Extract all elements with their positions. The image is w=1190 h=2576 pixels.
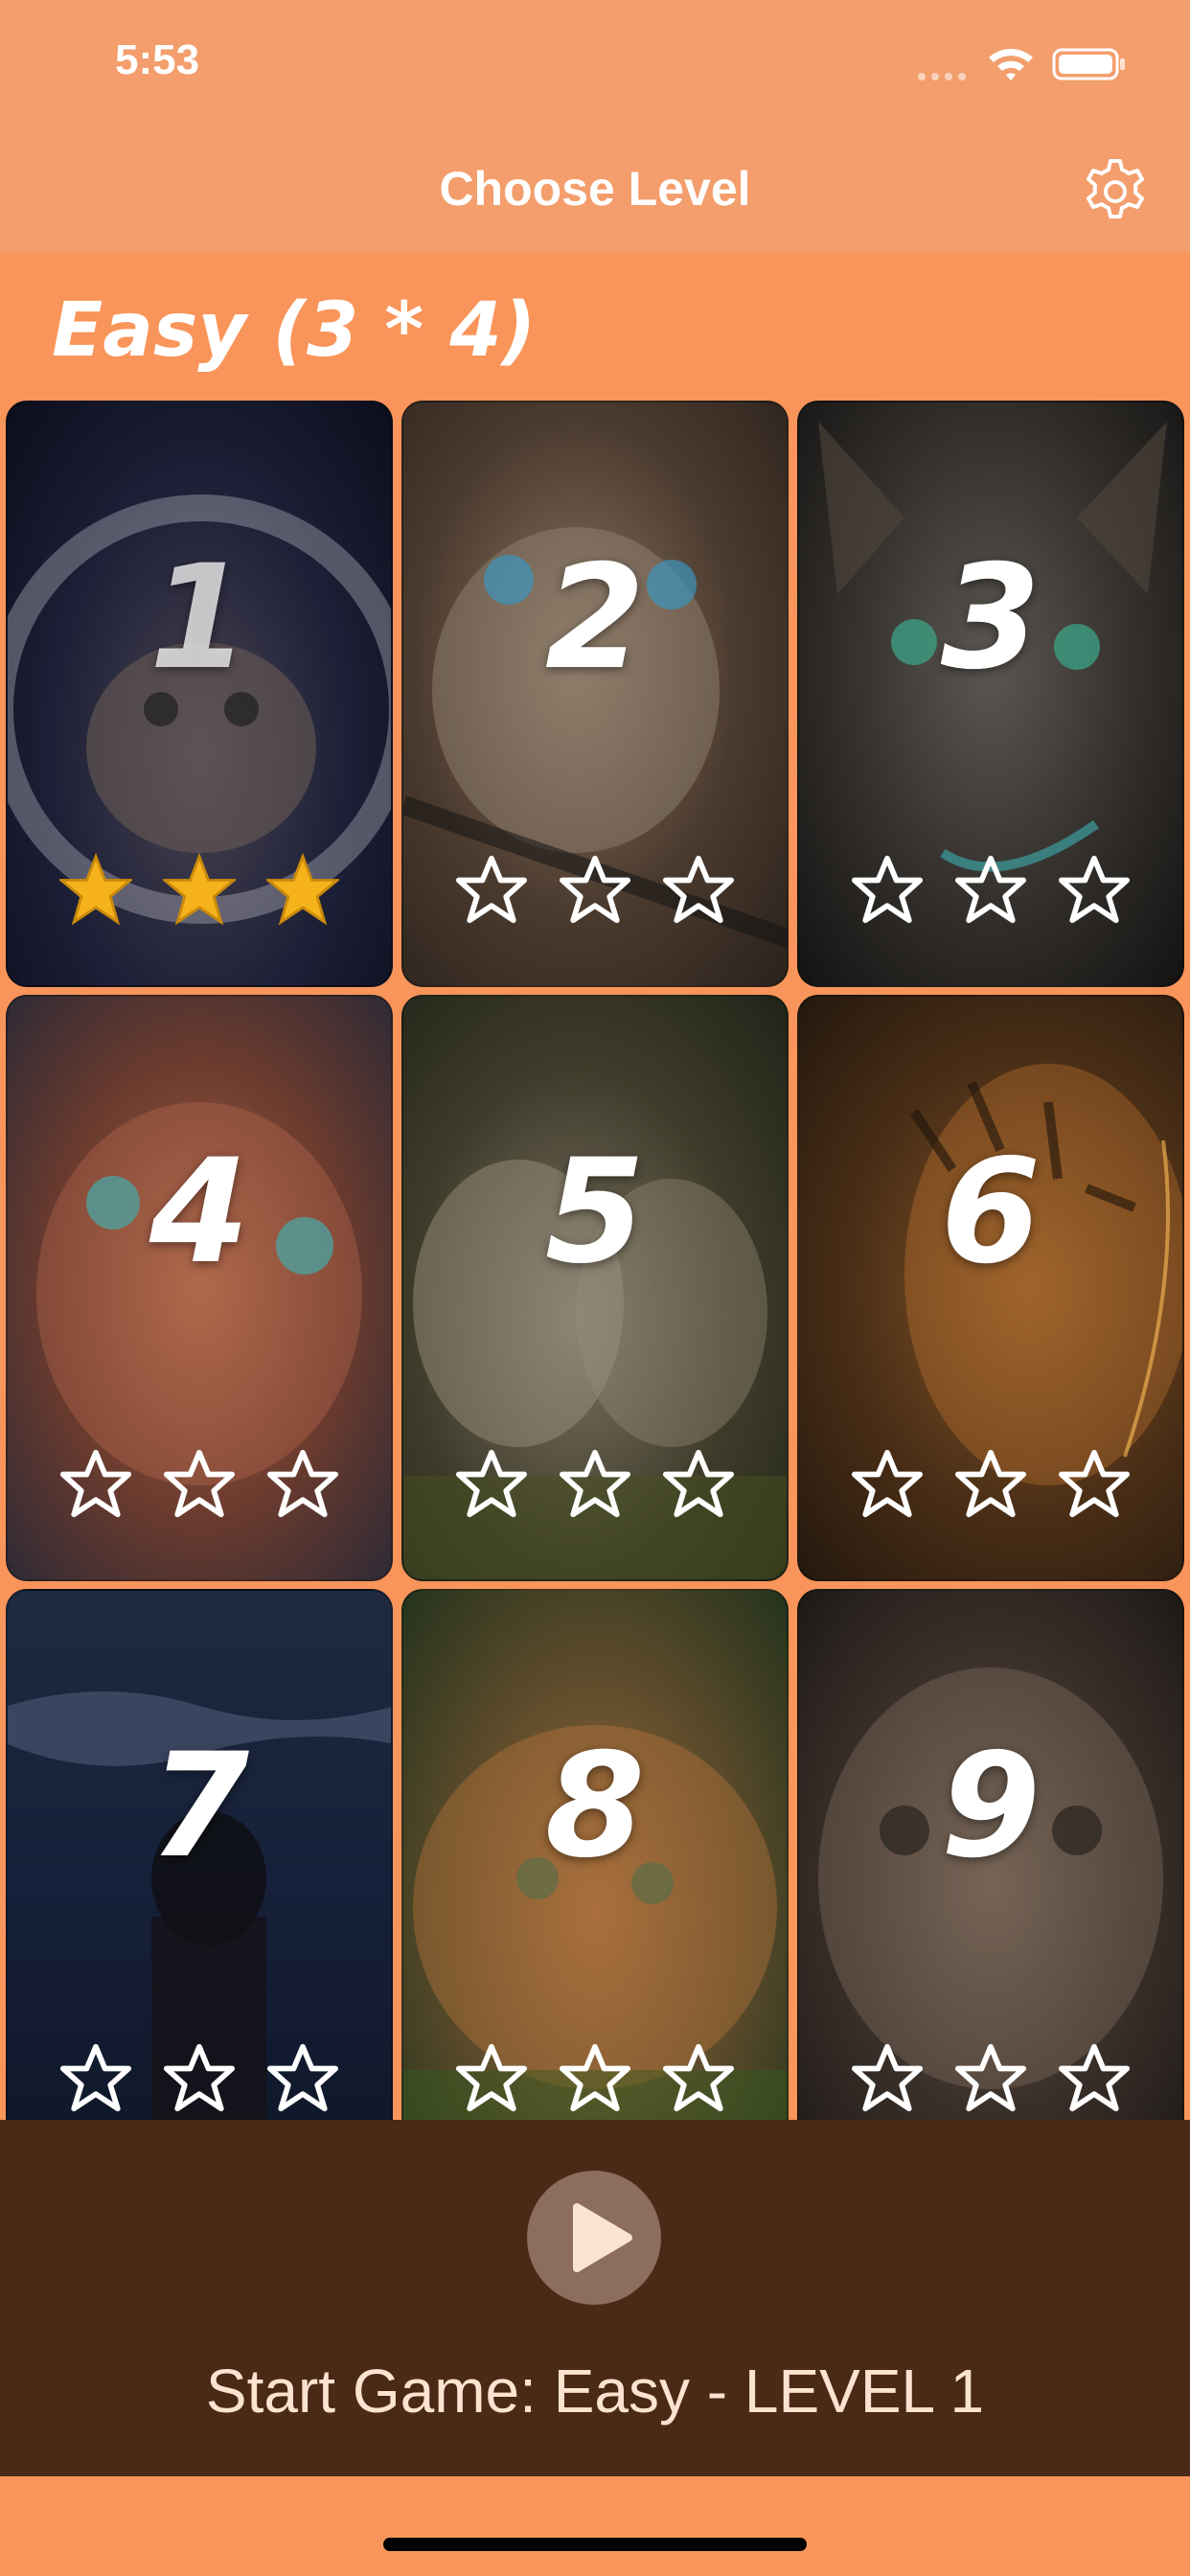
star-outline-icon — [266, 2043, 339, 2112]
star-outline-icon — [59, 1449, 132, 1518]
star-rating — [403, 853, 787, 926]
star-outline-icon — [662, 1449, 735, 1518]
star-outline-icon — [559, 1449, 631, 1518]
star-outline-icon — [851, 2043, 924, 2112]
star-outline-icon — [559, 855, 631, 924]
star-outline-icon — [59, 2043, 132, 2112]
star-outline-icon — [954, 2043, 1027, 2112]
level-number: 8 — [544, 1723, 646, 1890]
level-number: 9 — [940, 1723, 1041, 1890]
star-outline-icon — [662, 2043, 735, 2112]
star-rating — [403, 2041, 787, 2114]
play-icon — [573, 2203, 632, 2272]
star-rating — [403, 1447, 787, 1520]
star-outline-icon — [163, 2043, 236, 2112]
section-header: Easy (3 * 4) — [0, 253, 1190, 399]
level-card-8[interactable]: 8 — [401, 1589, 789, 2120]
star-outline-icon — [1058, 855, 1131, 924]
star-outline-icon — [1058, 2043, 1131, 2112]
star-outline-icon — [455, 2043, 528, 2112]
level-card-7[interactable]: 7 — [6, 1589, 393, 2120]
battery-icon — [1052, 48, 1125, 80]
star-outline-icon — [163, 1449, 236, 1518]
star-filled-icon — [163, 853, 236, 926]
level-number: 7 — [149, 1723, 250, 1890]
level-number: 2 — [544, 535, 646, 702]
star-rating — [8, 2041, 391, 2114]
level-number: 3 — [940, 535, 1041, 702]
wifi-icon — [989, 49, 1033, 80]
home-indicator — [383, 2538, 807, 2551]
level-card-9[interactable]: 9 — [797, 1589, 1184, 2120]
star-outline-icon — [954, 855, 1027, 924]
star-outline-icon — [954, 1449, 1027, 1518]
status-icons — [916, 44, 1136, 82]
level-card-1[interactable]: 1 — [6, 401, 393, 987]
level-grid: 1 2 3 4 5 6 7 8 9 — [0, 399, 1190, 2120]
star-filled-icon — [59, 853, 132, 926]
star-rating — [799, 2041, 1182, 2114]
signal-icon — [918, 73, 966, 80]
status-time: 5:53 — [115, 36, 200, 83]
star-outline-icon — [851, 1449, 924, 1518]
level-number: 6 — [940, 1129, 1041, 1296]
star-outline-icon — [266, 1449, 339, 1518]
star-outline-icon — [1058, 1449, 1131, 1518]
play-button[interactable] — [527, 2171, 661, 2305]
page-title: Choose Level — [439, 162, 751, 216]
level-number: 4 — [149, 1129, 250, 1296]
level-card-4[interactable]: 4 — [6, 995, 393, 1581]
star-outline-icon — [851, 855, 924, 924]
level-number: 1 — [149, 535, 250, 702]
star-outline-icon — [455, 855, 528, 924]
status-bar: 5:53 — [0, 0, 1190, 126]
settings-button[interactable] — [1079, 155, 1152, 228]
level-card-5[interactable]: 5 — [401, 995, 789, 1581]
star-rating — [799, 1447, 1182, 1520]
star-rating — [799, 853, 1182, 926]
level-number: 5 — [544, 1129, 646, 1296]
star-outline-icon — [662, 855, 735, 924]
navigation-bar: Choose Level — [0, 126, 1190, 253]
gear-icon — [1087, 159, 1144, 218]
level-card-3[interactable]: 3 — [797, 401, 1184, 987]
level-card-2[interactable]: 2 — [401, 401, 789, 987]
star-filled-icon — [266, 853, 339, 926]
difficulty-title: Easy (3 * 4) — [52, 288, 537, 374]
level-card-6[interactable]: 6 — [797, 995, 1184, 1581]
start-game-panel: Start Game: Easy - LEVEL 1 — [0, 2120, 1190, 2476]
star-outline-icon — [559, 2043, 631, 2112]
start-game-label: Start Game: Easy - LEVEL 1 — [205, 2357, 985, 2426]
star-outline-icon — [455, 1449, 528, 1518]
star-rating — [8, 1447, 391, 1520]
star-rating — [8, 853, 391, 926]
